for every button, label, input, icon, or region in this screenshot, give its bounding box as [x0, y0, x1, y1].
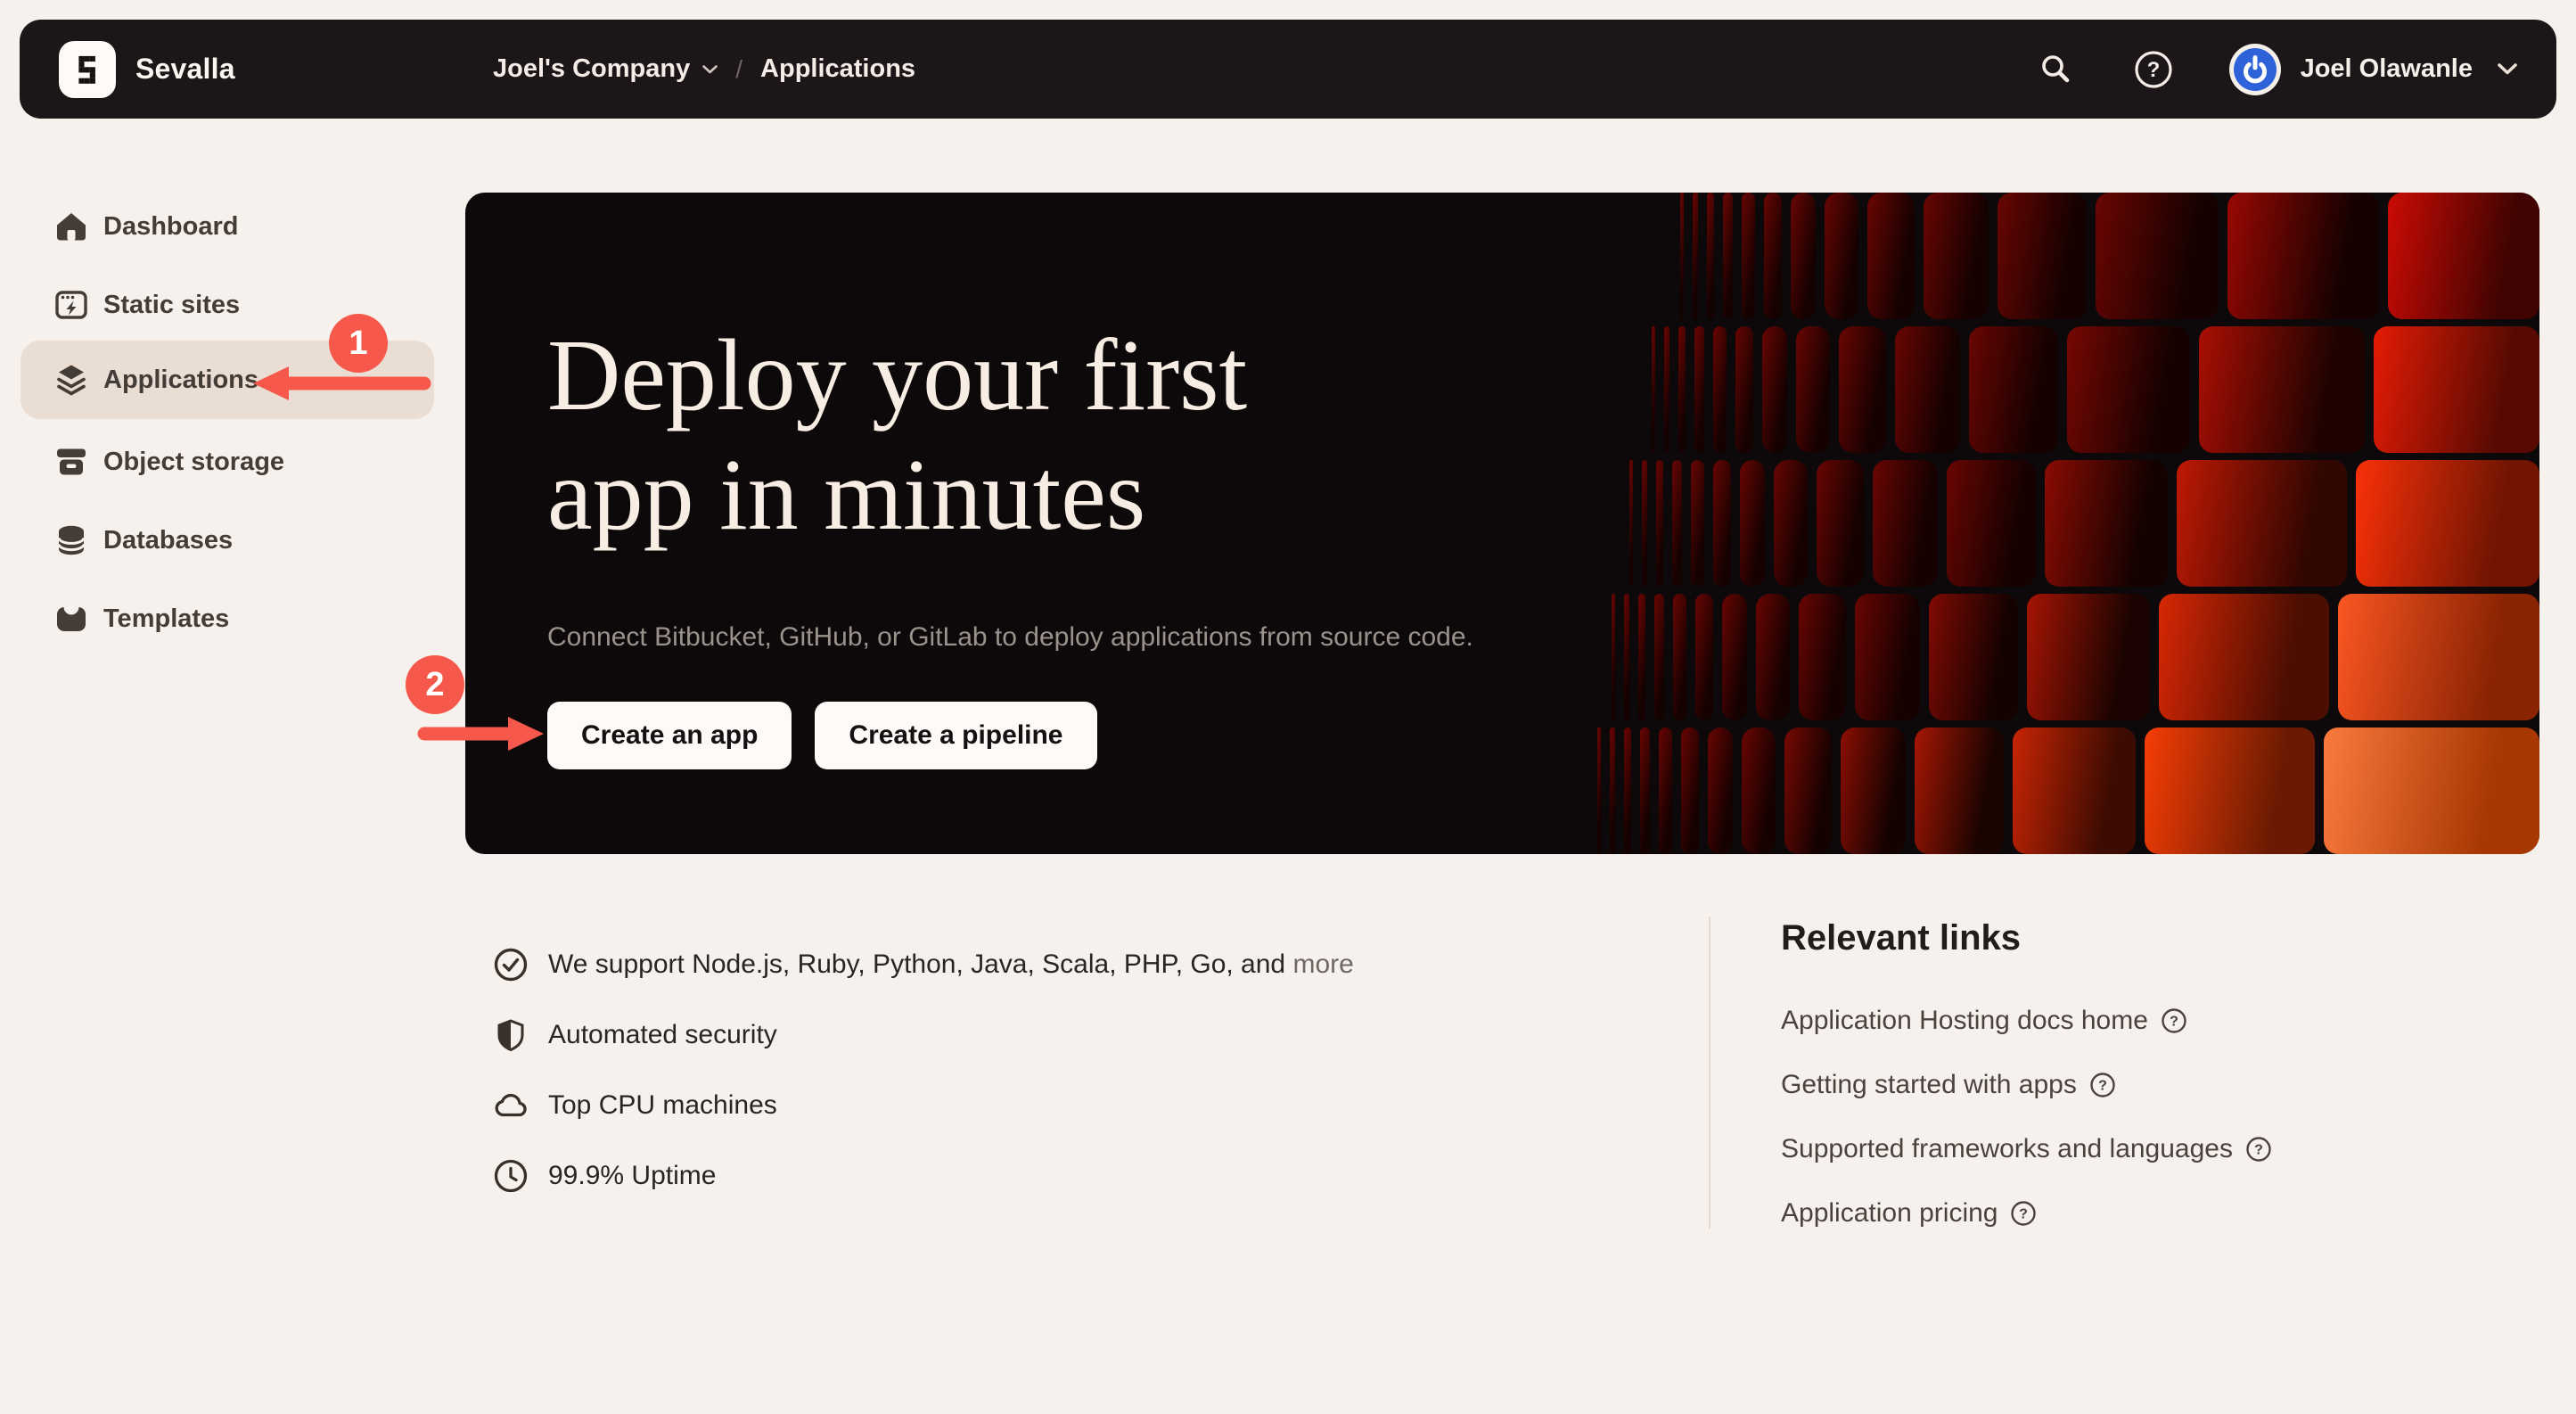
vertical-divider: [1709, 917, 1710, 1229]
search-icon[interactable]: [2037, 51, 2074, 88]
sevalla-logo-icon: [59, 41, 116, 98]
sidebar-item-dashboard[interactable]: Dashboard: [21, 187, 434, 266]
help-circle-icon: ?: [2010, 1200, 2037, 1227]
more-link[interactable]: more: [1292, 950, 1353, 979]
static-sites-icon: [53, 287, 89, 323]
sidebar-item-label: Applications: [103, 366, 258, 395]
navbar-right: ? Joel Olawanle: [2037, 20, 2517, 119]
feature-cpu: Top CPU machines: [493, 1070, 1354, 1140]
sidebar-item-label: Object storage: [103, 448, 284, 477]
link-pricing[interactable]: Application pricing ?: [1781, 1181, 2272, 1245]
chevron-down-icon: [702, 65, 718, 74]
hero-actions: Create an app Create a pipeline: [547, 702, 1097, 769]
power-icon: [2232, 46, 2278, 93]
feature-text: Automated security: [548, 1020, 777, 1050]
step-1-arrow: [248, 363, 439, 404]
help-icon[interactable]: ?: [2133, 49, 2174, 90]
hero-title: Deploy your firstapp in minutes: [547, 316, 1247, 555]
sidebar-item-label: Static sites: [103, 291, 240, 320]
company-switcher[interactable]: Joel's Company: [493, 54, 718, 84]
relevant-links-list: Application Hosting docs home ? Getting …: [1781, 989, 2272, 1245]
applications-icon: [53, 362, 89, 398]
svg-text:?: ?: [2146, 58, 2160, 82]
sidebar-item-label: Dashboard: [103, 212, 238, 242]
brand-name: Sevalla: [135, 53, 235, 86]
hero-card: Deploy your firstapp in minutes Connect …: [465, 193, 2539, 854]
step-2-badge: 2: [406, 655, 464, 714]
feature-text: We support Node.js, Ruby, Python, Java, …: [548, 950, 1354, 980]
svg-text:?: ?: [2170, 1015, 2178, 1030]
clock-icon: [493, 1158, 529, 1194]
help-circle-icon: ?: [2161, 1007, 2187, 1034]
feature-languages: We support Node.js, Ruby, Python, Java, …: [493, 929, 1354, 999]
home-icon: [53, 209, 89, 244]
create-pipeline-button[interactable]: Create a pipeline: [815, 702, 1096, 769]
create-app-button[interactable]: Create an app: [547, 702, 792, 769]
svg-text:?: ?: [2254, 1143, 2263, 1158]
sidebar-item-label: Databases: [103, 526, 233, 555]
user-menu-chevron-icon[interactable]: [2498, 63, 2517, 75]
hero-subtitle: Connect Bitbucket, GitHub, or GitLab to …: [547, 622, 1473, 653]
breadcrumb: Joel's Company / Applications: [493, 20, 915, 119]
templates-icon: [53, 601, 89, 637]
cloud-icon: [493, 1088, 529, 1123]
feature-text: 99.9% Uptime: [548, 1161, 716, 1191]
step-2-arrow: [417, 713, 549, 754]
sidebar-item-templates[interactable]: Templates: [21, 580, 434, 658]
link-getting-started[interactable]: Getting started with apps ?: [1781, 1053, 2272, 1117]
user-avatar[interactable]: [2229, 44, 2281, 95]
databases-icon: [53, 522, 89, 558]
help-circle-icon: ?: [2245, 1136, 2272, 1163]
feature-list: We support Node.js, Ruby, Python, Java, …: [493, 929, 1354, 1211]
check-circle-icon: [493, 947, 529, 982]
feature-security: Automated security: [493, 999, 1354, 1070]
svg-text:?: ?: [2098, 1079, 2107, 1094]
svg-text:?: ?: [2020, 1207, 2029, 1222]
feature-text: Top CPU machines: [548, 1090, 777, 1121]
relevant-links-heading: Relevant links: [1781, 918, 2272, 958]
shield-icon: [493, 1017, 529, 1053]
feature-uptime: 99.9% Uptime: [493, 1140, 1354, 1211]
help-circle-icon: ?: [2089, 1072, 2116, 1098]
sidebar-item-databases[interactable]: Databases: [21, 501, 434, 580]
sidebar-item-object-storage[interactable]: Object storage: [21, 423, 434, 501]
sidebar-item-label: Templates: [103, 604, 229, 634]
relevant-links: Relevant links Application Hosting docs …: [1781, 918, 2272, 1245]
breadcrumb-page: Applications: [760, 54, 915, 84]
breadcrumb-separator: /: [735, 55, 742, 84]
link-docs-home[interactable]: Application Hosting docs home ?: [1781, 989, 2272, 1053]
user-name[interactable]: Joel Olawanle: [2301, 54, 2473, 84]
top-navbar: Sevalla Joel's Company / Applications ?: [20, 20, 2556, 119]
link-frameworks[interactable]: Supported frameworks and languages ?: [1781, 1117, 2272, 1181]
brand[interactable]: Sevalla: [59, 41, 235, 98]
company-name: Joel's Company: [493, 54, 690, 84]
object-storage-icon: [53, 444, 89, 480]
